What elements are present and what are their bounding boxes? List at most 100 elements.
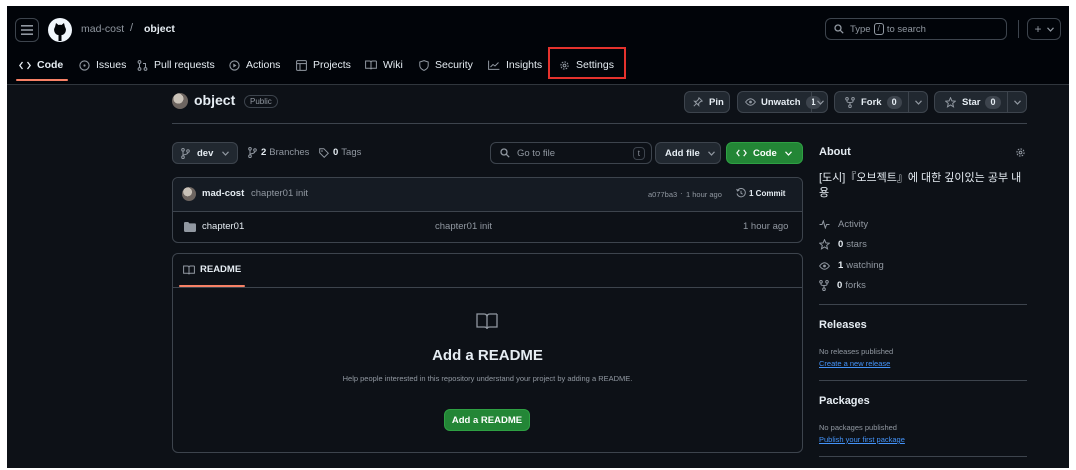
forks-link[interactable]: 0 forks [819,280,866,291]
history-icon [736,188,746,198]
unwatch-button[interactable]: Unwatch 1 [737,91,828,113]
unwatch-label: Unwatch [761,96,801,108]
git-pull-request-icon [137,59,148,71]
gear-icon[interactable] [1015,147,1026,158]
tab-code[interactable]: Code [19,54,63,76]
tab-wiki[interactable]: Wiki [365,54,403,76]
tags-link[interactable]: 0 Tags [319,147,361,158]
tab-issues[interactable]: Issues [79,54,126,76]
forks-count: 0 [837,280,843,291]
commits-count-label: 1 Commit [749,188,786,198]
folder-icon [184,222,196,232]
sidebar-divider [819,456,1027,457]
releases-empty-text: No releases published [819,347,894,356]
fork-button[interactable]: Fork 0 [834,91,928,113]
stars-link[interactable]: 0 stars [819,239,867,250]
branch-select-button[interactable]: dev [172,142,238,164]
go-to-file-placeholder: Go to file [517,147,556,159]
chevron-down-icon [784,150,792,156]
commits-history-link[interactable]: 1 Commit [736,188,785,198]
search-placeholder-suffix: to search [886,23,926,35]
tags-count: 0 [333,147,339,158]
file-name[interactable]: chapter01 [202,221,244,232]
eye-icon [745,98,756,106]
repo-forked-icon [845,96,855,108]
graph-icon [488,60,500,70]
github-logo-icon[interactable] [47,17,73,43]
menu-button[interactable] [15,18,39,42]
branches-link[interactable]: 2 Branches [248,147,309,158]
repo-owner-link[interactable]: mad-cost [81,23,124,35]
tag-icon [319,147,329,158]
code-button[interactable]: Code [726,142,803,164]
file-commit-time: 1 hour ago [743,221,789,232]
title-divider [172,123,1027,124]
table-icon [296,59,307,71]
tab-wiki-label: Wiki [383,59,403,71]
commit-time: 1 hour ago [686,190,722,199]
search-icon [834,24,844,34]
fork-label: Fork [861,96,882,108]
search-input[interactable]: Type / to search [825,18,1007,40]
header-divider [1018,20,1019,38]
create-release-link[interactable]: Create a new release [819,359,890,368]
forks-label: forks [845,280,866,291]
packages-heading[interactable]: Packages [819,395,870,407]
pulse-icon [819,220,830,229]
tab-insights-label: Insights [506,59,543,71]
repo-title[interactable]: object [194,92,235,108]
readme-tab-label: README [200,264,242,275]
code-icon [736,149,747,157]
go-to-file-input[interactable]: Go to file t [490,142,652,164]
search-placeholder: Type [850,23,871,35]
file-commit-message[interactable]: chapter01 init [435,221,492,232]
releases-heading[interactable]: Releases [819,319,867,331]
commit-message[interactable]: chapter01 init [251,188,308,199]
issue-opened-icon [79,59,90,71]
commit-hash[interactable]: a077ba3 [648,190,677,199]
repo-name-link[interactable]: object [144,23,175,35]
tab-actions[interactable]: Actions [229,54,280,76]
add-readme-label: Add a README [451,414,523,426]
add-file-button[interactable]: Add file [655,142,721,164]
watching-link[interactable]: 1 watching [819,260,884,271]
tab-actions-label: Actions [246,59,281,71]
git-branch-icon [181,147,190,159]
add-file-label: Add file [665,147,700,159]
create-new-button[interactable]: + [1027,18,1061,40]
book-icon [476,313,498,330]
repo-forked-icon [819,280,829,291]
top-header: mad-cost / object Type / to search + Cod… [7,6,1069,85]
activity-link[interactable]: Activity [819,219,868,230]
tab-code-label: Code [37,59,64,71]
file-row[interactable]: chapter01 chapter01 init 1 hour ago [173,212,802,242]
book-icon [183,265,195,274]
sidebar-divider [819,380,1027,381]
tab-security[interactable]: Security [419,54,473,76]
chevron-down-icon [707,150,715,156]
file-list: mad-cost chapter01 init a077ba3 · 1 hour… [172,177,803,243]
repo-avatar [172,93,188,109]
star-button[interactable]: Star 0 [934,91,1027,113]
tags-label: Tags [341,147,362,158]
tab-projects[interactable]: Projects [296,54,351,76]
chevron-down-icon [1046,26,1054,32]
tab-issues-label: Issues [96,59,127,71]
star-icon [945,96,956,108]
watching-label: watching [846,260,884,271]
readme-tab[interactable]: README [183,264,241,275]
pin-button[interactable]: Pin [684,91,730,113]
tab-security-label: Security [435,59,473,71]
commit-author[interactable]: mad-cost [202,188,244,199]
play-circle-icon [229,59,240,71]
branches-label: Branches [269,147,310,158]
tab-pull-requests[interactable]: Pull requests [137,54,215,76]
about-description: [도시]『오브젝트』에 대한 깊이있는 공부 내용 [819,172,1022,199]
tab-insights[interactable]: Insights [488,54,542,76]
publish-package-link[interactable]: Publish your first package [819,435,905,444]
star-icon [819,239,830,250]
add-readme-button[interactable]: Add a README [444,409,530,431]
active-tab-underline [16,79,68,81]
watch-divider [811,92,812,112]
chevron-down-icon [817,100,824,105]
